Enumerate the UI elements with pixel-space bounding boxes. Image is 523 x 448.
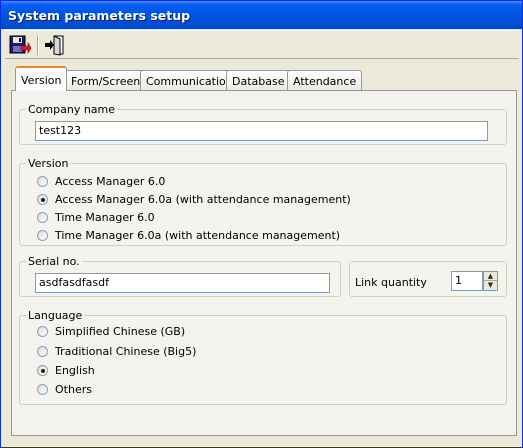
tab-communication[interactable]: Communication [140, 70, 239, 91]
language-option-traditional-chinese[interactable]: Traditional Chinese (Big5) [37, 344, 196, 358]
version-option-access-60[interactable]: Access Manager 6.0 [37, 174, 165, 188]
serial-input[interactable]: asdfasdfasdf [35, 273, 330, 293]
spin-up-icon[interactable]: ▲ [484, 272, 497, 281]
tab-form-screen[interactable]: Form/Screen [65, 70, 147, 91]
serial-legend: Serial no. [28, 255, 80, 268]
language-option-label: Simplified Chinese (GB) [55, 324, 186, 338]
tab-communication-label: Communication [146, 75, 233, 88]
tab-version-label: Version [21, 74, 62, 87]
radio-icon [37, 325, 48, 337]
title-bar[interactable]: System parameters setup [1, 1, 522, 29]
version-option-time-60a[interactable]: Time Manager 6.0a (with attendance manag… [37, 228, 340, 242]
language-option-simplified-chinese[interactable]: Simplified Chinese (GB) [37, 324, 185, 338]
exit-icon [45, 35, 64, 56]
tab-version[interactable]: Version [15, 66, 68, 91]
toolbar-separator [37, 35, 39, 55]
save-icon [9, 35, 32, 55]
radio-icon [37, 383, 48, 395]
link-quantity-label: Link quantity [355, 276, 427, 289]
toolbar [5, 30, 519, 59]
version-option-label: Access Manager 6.0 [55, 174, 166, 188]
version-option-label: Access Manager 6.0a (with attendance man… [55, 192, 351, 206]
exit-button[interactable] [43, 33, 67, 57]
tab-panel-version: Company name test123 Version Access Mana… [11, 90, 517, 436]
language-option-label: Traditional Chinese (Big5) [55, 344, 197, 358]
company-name-input[interactable]: test123 [35, 121, 488, 141]
tab-attendance-label: Attendance [293, 75, 357, 88]
tab-database-label: Database [232, 75, 285, 88]
radio-icon [37, 229, 48, 241]
settings-window: System parameters setup Version Form/Scr… [0, 0, 523, 448]
spin-down-icon[interactable]: ▼ [484, 281, 497, 290]
link-quantity-spinner[interactable]: ▲ ▼ [483, 271, 498, 291]
language-legend: Language [28, 309, 83, 322]
version-option-label: Time Manager 6.0 [55, 210, 155, 224]
tab-attendance[interactable]: Attendance [287, 70, 363, 91]
radio-icon [37, 345, 48, 357]
company-name-legend: Company name [28, 103, 116, 116]
radio-icon [37, 175, 48, 187]
version-option-label: Time Manager 6.0a (with attendance manag… [55, 228, 341, 242]
version-option-time-60[interactable]: Time Manager 6.0 [37, 210, 155, 224]
tab-database[interactable]: Database [226, 70, 291, 91]
tab-form-screen-label: Form/Screen [71, 75, 141, 88]
version-legend: Version [28, 157, 69, 170]
language-option-others[interactable]: Others [37, 382, 92, 396]
radio-selected-icon [37, 364, 48, 376]
link-quantity-input[interactable]: 1 [451, 271, 483, 291]
radio-selected-icon [37, 193, 48, 205]
save-button[interactable] [7, 33, 32, 57]
language-option-label: Others [55, 382, 92, 396]
version-option-access-60a[interactable]: Access Manager 6.0a (with attendance man… [37, 192, 351, 206]
window-title: System parameters setup [8, 8, 191, 23]
radio-icon [37, 211, 48, 223]
language-option-english[interactable]: English [37, 363, 95, 377]
language-option-label: English [55, 363, 95, 377]
